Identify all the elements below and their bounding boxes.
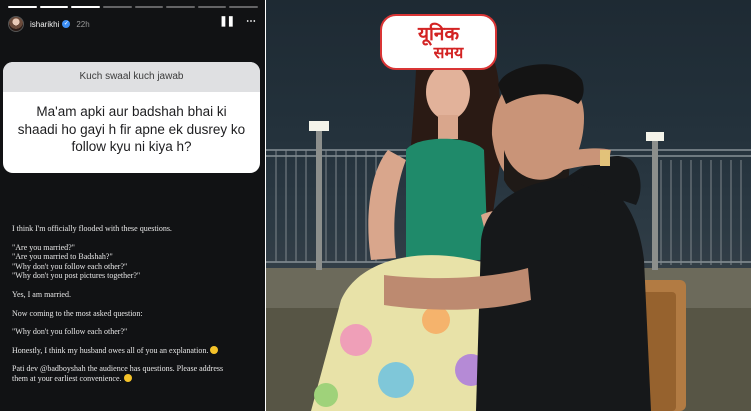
avatar[interactable]: [8, 16, 24, 32]
caption-text: Pati dev: [12, 364, 40, 374]
caption-line: "Why don't you follow each other?": [12, 261, 128, 271]
logo-text-line1: यूनिक: [417, 22, 460, 45]
progress-segment: [71, 6, 100, 8]
caption-text: Honestly, I think my husband owes all of…: [12, 345, 209, 355]
question-sticker: Kuch swaal kuch jawab Ma'am apki aur bad…: [3, 62, 260, 173]
caption-line: Honestly, I think my husband owes all of…: [12, 345, 258, 356]
more-options-icon[interactable]: ⋯: [246, 16, 256, 27]
caption-line: Yes, I am married.: [12, 289, 71, 299]
question-text: Ma'am apki aur badshah bhai ki shaadi ho…: [17, 104, 246, 154]
caption-line: I think I'm officially flooded with thes…: [12, 224, 172, 233]
caption-line: Now coming to the most asked question:: [12, 308, 143, 318]
caption-line: "Are you married?": [12, 242, 75, 252]
couple-photo: [266, 0, 751, 411]
watermark-logo: यूनिक समय: [380, 14, 497, 70]
smiling-emoji-icon: [210, 345, 219, 354]
caption-line: "Are you married to Badshah?": [12, 252, 113, 262]
smiling-emoji-icon: [123, 373, 132, 382]
caption-line: them at your earliest convenience.: [12, 373, 258, 384]
caption-text: the audience has questions. Please addre…: [85, 364, 224, 374]
progress-segment: [8, 6, 37, 8]
caption-text: them at your earliest convenience.: [12, 373, 122, 383]
progress-segment: [134, 6, 164, 8]
progress-segment: [229, 6, 258, 8]
photo-illustration: [266, 35, 751, 411]
progress-segment: [197, 6, 227, 8]
logo-text-line2: समय: [433, 42, 464, 62]
verified-badge-icon: ✓: [62, 20, 71, 28]
pause-icon[interactable]: ❚❚: [219, 16, 235, 27]
mention-link[interactable]: @badboyshah: [40, 364, 86, 373]
story-header: isharikhi ✓ 22h ❚❚ ⋯: [8, 14, 258, 34]
story-caption: I think I'm officially flooded with thes…: [12, 224, 258, 384]
caption-line: Pati dev @badboyshah the audience has qu…: [12, 364, 258, 374]
progress-segment: [166, 6, 195, 8]
story-progress-bar: [8, 6, 258, 8]
post-time: 22h: [76, 19, 90, 29]
username[interactable]: isharikhi: [30, 20, 59, 29]
progress-segment: [102, 6, 132, 8]
question-sticker-title: Kuch swaal kuch jawab: [3, 62, 260, 92]
instagram-story: isharikhi ✓ 22h ❚❚ ⋯ Kuch swaal kuch jaw…: [0, 0, 265, 411]
caption-line: "Why don't you post pictures together?": [12, 271, 141, 281]
progress-segment: [39, 6, 69, 8]
caption-line: "Why don't you follow each other?": [12, 327, 128, 337]
